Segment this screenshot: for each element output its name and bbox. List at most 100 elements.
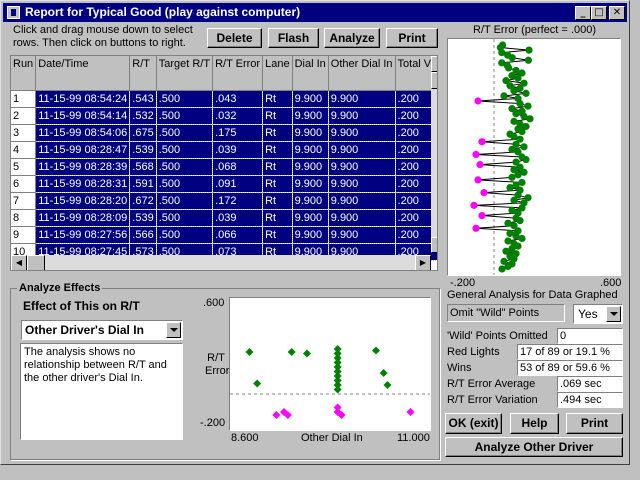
table-cell[interactable]: Rt	[262, 209, 293, 227]
table-cell[interactable]: .500	[156, 124, 214, 142]
table-cell[interactable]: .532	[129, 107, 157, 125]
table-cell[interactable]: .500	[156, 158, 214, 176]
table-cell[interactable]: 9.900	[328, 141, 396, 159]
column-header[interactable]: Lane	[262, 56, 293, 91]
column-header[interactable]: Run	[11, 56, 37, 91]
minimize-button[interactable]: _	[575, 6, 591, 20]
ok-exit-button[interactable]: OK (exit)	[445, 413, 502, 434]
table-cell[interactable]: Rt	[262, 124, 293, 142]
scroll-thumb-horizontal[interactable]	[27, 255, 45, 270]
table-cell[interactable]: 9.900	[292, 226, 329, 244]
table-cell[interactable]: .172	[212, 192, 264, 210]
row-number-cell[interactable]: 4	[11, 141, 37, 159]
print-button[interactable]: Print	[566, 413, 623, 434]
chevron-down-icon[interactable]	[166, 322, 181, 338]
table-cell[interactable]: .500	[156, 90, 214, 108]
table-cell[interactable]: 9.900	[292, 124, 329, 142]
table-cell[interactable]: 9.900	[292, 90, 329, 108]
table-cell[interactable]: .500	[156, 107, 214, 125]
table-cell[interactable]: 11-15-99 08:54:06	[35, 124, 131, 142]
print-button-top[interactable]: Print	[386, 28, 438, 48]
table-row[interactable]: 4 11-15-99 08:28:47.539.500.039 Rt 9.900 9.9…	[11, 141, 437, 159]
table-cell[interactable]: .175	[212, 124, 264, 142]
column-header[interactable]: R/T	[129, 56, 157, 91]
table-cell[interactable]: .672	[129, 192, 157, 210]
row-number-cell[interactable]: 3	[11, 124, 37, 142]
table-cell[interactable]: 9.900	[292, 158, 329, 176]
column-header[interactable]: Target R/T	[156, 56, 214, 91]
row-number-cell[interactable]: 9	[11, 226, 37, 244]
table-cell[interactable]: .591	[129, 175, 157, 193]
row-number-cell[interactable]: 2	[11, 107, 37, 125]
table-row[interactable]: 6 11-15-99 08:28:31.591.500.091 Rt 9.900 9.9…	[11, 175, 437, 193]
table-cell[interactable]: .539	[129, 141, 157, 159]
table-cell[interactable]: Rt	[262, 141, 293, 159]
flash-button[interactable]: Flash	[268, 28, 319, 48]
analyze-other-driver-button[interactable]: Analyze Other Driver	[445, 437, 623, 457]
row-number-cell[interactable]: 8	[11, 209, 37, 227]
scroll-left-arrow[interactable]: ◀	[11, 255, 27, 270]
delete-button[interactable]: Delete	[207, 28, 262, 48]
table-cell[interactable]: 9.900	[292, 175, 329, 193]
table-cell[interactable]: 9.900	[328, 107, 396, 125]
table-cell[interactable]: 11-15-99 08:28:31	[35, 175, 131, 193]
table-cell[interactable]: .068	[212, 158, 264, 176]
table-cell[interactable]: 9.900	[292, 209, 329, 227]
row-number-cell[interactable]: 6	[11, 175, 37, 193]
table-cell[interactable]: Rt	[262, 107, 293, 125]
table-cell[interactable]: .091	[212, 175, 264, 193]
table-cell[interactable]: .568	[129, 158, 157, 176]
table-cell[interactable]: .066	[212, 226, 264, 244]
omit-wild-select[interactable]: Yes	[573, 304, 623, 324]
table-cell[interactable]: 9.900	[328, 90, 396, 108]
table-cell[interactable]: 9.900	[292, 192, 329, 210]
table-cell[interactable]: 11-15-99 08:54:24	[35, 90, 131, 108]
table-cell[interactable]: .675	[129, 124, 157, 142]
table-cell[interactable]: .043	[212, 90, 264, 108]
analyze-button[interactable]: Analyze	[324, 28, 380, 48]
maximize-button[interactable]: □	[591, 6, 607, 20]
table-cell[interactable]: 11-15-99 08:28:09	[35, 209, 131, 227]
table-cell[interactable]: .543	[129, 90, 157, 108]
table-row[interactable]: 2 11-15-99 08:54:14.532.500.032 Rt 9.900 9.9…	[11, 107, 437, 125]
table-row[interactable]: 5 11-15-99 08:28:39.568.500.068 Rt 9.900 9.9…	[11, 158, 437, 176]
help-button[interactable]: Help	[510, 413, 559, 434]
runs-table[interactable]: Run Date/Time R/T Target R/T R/T Error Lane Di…	[10, 55, 438, 271]
scroll-right-arrow[interactable]: ▶	[415, 255, 431, 270]
table-cell[interactable]: 9.900	[328, 226, 396, 244]
table-cell[interactable]: Rt	[262, 90, 293, 108]
row-number-cell[interactable]: 7	[11, 192, 37, 210]
row-number-cell[interactable]: 1	[11, 90, 37, 108]
runs-grid[interactable]: Run Date/Time R/T Target R/T R/T Error Lane Di…	[11, 56, 437, 261]
table-cell[interactable]: Rt	[262, 158, 293, 176]
column-header[interactable]: Date/Time	[35, 56, 131, 91]
table-cell[interactable]: 9.900	[328, 158, 396, 176]
table-cell[interactable]: Rt	[262, 192, 293, 210]
table-cell[interactable]: 9.900	[328, 175, 396, 193]
table-horizontal-scrollbar[interactable]: ◀ ▶	[11, 255, 431, 270]
table-cell[interactable]: 11-15-99 08:27:56	[35, 226, 131, 244]
table-cell[interactable]: 9.900	[328, 192, 396, 210]
table-cell[interactable]: 9.900	[328, 124, 396, 142]
row-number-cell[interactable]: 5	[11, 158, 37, 176]
table-vertical-scrollbar[interactable]: ▲ ▼	[431, 56, 437, 253]
scroll-down-arrow[interactable]: ▼	[431, 237, 437, 253]
scroll-up-arrow[interactable]: ▲	[431, 56, 437, 72]
table-cell[interactable]: 11-15-99 08:28:47	[35, 141, 131, 159]
factor-select[interactable]: Other Driver's Dial In	[21, 320, 183, 340]
table-cell[interactable]: .500	[156, 209, 214, 227]
table-cell[interactable]: 9.900	[292, 107, 329, 125]
table-cell[interactable]: .500	[156, 192, 214, 210]
table-row[interactable]: 8 11-15-99 08:28:09.539.500.039 Rt 9.900 9.9…	[11, 209, 437, 227]
close-button[interactable]: ✕	[609, 6, 625, 20]
table-row[interactable]: 1 11-15-99 08:54:24.543.500.043 Rt 9.900 9.9…	[11, 90, 437, 108]
table-cell[interactable]: 11-15-99 08:28:20	[35, 192, 131, 210]
table-cell[interactable]: .500	[156, 175, 214, 193]
scroll-thumb-vertical[interactable]	[431, 72, 437, 89]
table-cell[interactable]: .032	[212, 107, 264, 125]
column-header[interactable]: Other Dial In	[328, 56, 396, 91]
table-cell[interactable]: Rt	[262, 175, 293, 193]
table-cell[interactable]: 9.900	[328, 209, 396, 227]
column-header[interactable]: Dial In	[292, 56, 329, 91]
table-cell[interactable]: 11-15-99 08:28:39	[35, 158, 131, 176]
